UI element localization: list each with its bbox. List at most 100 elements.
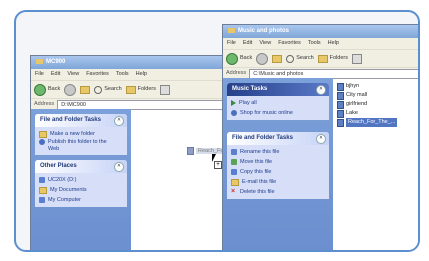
place-label: My Computer [48,197,82,203]
search-label: Search [296,55,314,61]
address-field[interactable]: C:\Music and photos [249,68,418,79]
chevron-up-icon[interactable]: ^ [316,134,326,144]
file-folder-tasks-title: File and Folder Tasks [232,135,293,141]
file-item[interactable]: bjhyn [337,82,417,91]
back-button[interactable]: Back [34,81,60,98]
folders-button[interactable]: Folders [125,81,156,98]
place-label: My Documents [50,187,87,193]
menu-tools[interactable]: Tools [116,71,129,77]
file-name: Reach_For_The_... [346,118,398,127]
forward-button[interactable] [256,52,269,65]
back-button[interactable]: Back [226,50,252,67]
place-label: UC20X (D:) [48,177,77,183]
right-menu-bar: File Edit View Favorites Tools Help [223,38,418,49]
menu-favorites[interactable]: Favorites [278,40,301,46]
file-name: girlfriend [346,101,368,107]
menu-view[interactable]: View [67,71,79,77]
task-label: Copy this file [240,169,272,175]
task-label: Make a new folder [50,131,95,137]
menu-file[interactable]: File [227,40,236,46]
search-button[interactable]: Search [286,50,314,67]
file-item-selected[interactable]: Reach_For_The_... [337,118,417,127]
task-delete[interactable]: × Delete this file [231,187,325,197]
audio-file-icon [337,82,344,91]
up-folder-icon [80,85,91,94]
views-button[interactable] [352,53,363,64]
right-title-bar[interactable]: Music and photos [223,25,418,38]
search-button[interactable]: Search [94,81,122,98]
views-button[interactable] [160,84,171,95]
music-tasks-panel: Music Tasks ^ Play all Shop for music onl… [227,83,329,120]
folder-icon [228,27,235,33]
move-icon [231,159,237,165]
menu-view[interactable]: View [259,40,271,46]
menu-help[interactable]: Help [328,40,339,46]
panel-body: UC20X (D:) My Documents My Computer [35,173,127,207]
chevron-up-icon[interactable]: ^ [114,116,124,126]
file-item[interactable]: girlfriend [337,100,417,109]
right-task-pane: Music Tasks ^ Play all Shop for music onl… [223,78,333,250]
folders-icon [317,54,328,63]
task-label: Rename this file [240,149,280,155]
task-label: Publish this folder to the Web [48,139,107,152]
task-play-all[interactable]: Play all [231,98,325,108]
search-icon [286,54,295,63]
chevron-up-icon[interactable]: ^ [316,85,326,95]
task-shop-music[interactable]: Shop for music online [231,108,325,118]
task-move[interactable]: Move this file [231,157,325,167]
address-field[interactable]: D:\MC900 [57,99,231,110]
right-file-folder-tasks-panel: File and Folder Tasks ^ Rename this file … [227,132,329,199]
task-label: Shop for music online [240,110,293,116]
panel-title[interactable]: File and Folder Tasks ^ [227,132,329,145]
right-explorer-window: Music and photos File Edit View Favorites To… [222,24,418,250]
left-title-bar[interactable]: MC900 [31,56,231,69]
panel-title[interactable]: File and Folder Tasks ^ [35,114,127,127]
forward-button[interactable] [64,83,77,96]
chevron-up-icon[interactable]: ^ [114,162,124,172]
play-icon [231,100,236,106]
task-email[interactable]: E-mail this file [231,177,325,187]
audio-file-icon [337,109,344,118]
place-my-computer[interactable]: My Computer [39,195,123,205]
publish-web-icon [39,139,45,145]
menu-edit[interactable]: Edit [51,71,60,77]
folders-button[interactable]: Folders [317,50,348,67]
file-name: bjhyn [346,83,360,89]
audio-file-icon [337,100,344,109]
menu-tools[interactable]: Tools [308,40,321,46]
folder-icon [36,58,43,64]
place-my-documents[interactable]: My Documents [39,185,123,195]
documents-folder-icon [39,186,47,194]
task-label: Delete this file [240,189,275,195]
back-arrow-icon [226,52,238,65]
task-copy[interactable]: Copy this file [231,167,325,177]
menu-edit[interactable]: Edit [243,40,252,46]
menu-help[interactable]: Help [136,71,147,77]
copy-icon [231,169,237,175]
panel-body: Make a new folder Publish this folder to… [35,127,127,155]
task-make-folder[interactable]: Make a new folder [39,129,123,139]
audio-file-icon [187,147,194,155]
task-label: Play all [239,100,257,106]
up-folder-button[interactable] [80,85,91,94]
file-item[interactable]: Lake [337,109,417,118]
panel-title[interactable]: Music Tasks ^ [227,83,329,96]
panel-title[interactable]: Other Places ^ [35,160,127,173]
task-label: Move this file [240,159,273,165]
up-folder-icon [272,54,283,63]
left-toolbar: Back Search Folders [31,80,231,98]
music-tasks-title: Music Tasks [232,86,268,92]
back-label: Back [48,86,61,92]
task-publish-folder[interactable]: Publish this folder to the Web [39,139,123,153]
place-drive[interactable]: UC20X (D:) [39,175,123,185]
copy-plus-icon: + [214,161,222,169]
menu-file[interactable]: File [35,71,44,77]
file-item[interactable]: City mall [337,91,417,100]
up-folder-button[interactable] [272,54,283,63]
panel-body: Rename this file Move this file Copy thi… [227,145,329,199]
task-rename[interactable]: Rename this file [231,147,325,157]
left-menu-bar: File Edit View Favorites Tools Help [31,69,231,80]
other-places-title: Other Places [40,163,77,169]
menu-favorites[interactable]: Favorites [86,71,109,77]
file-name: City mall [346,92,368,98]
